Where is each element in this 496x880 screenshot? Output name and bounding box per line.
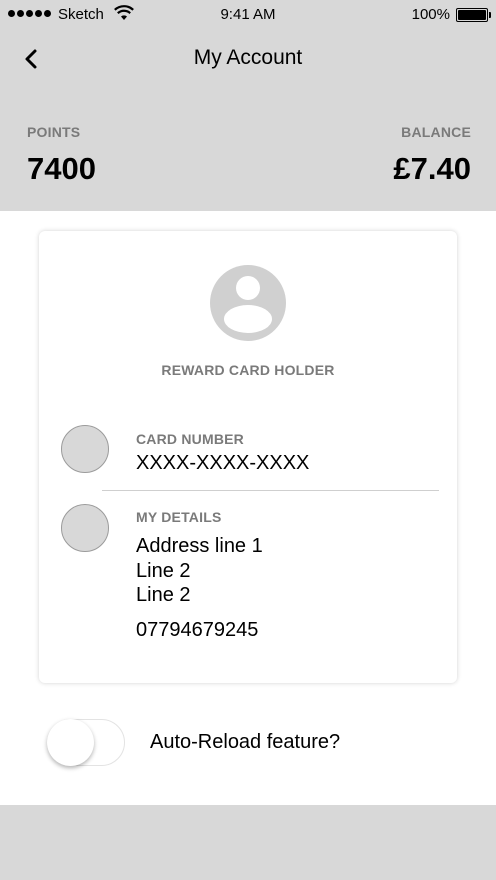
battery-icon [456,8,488,22]
card-number-value: XXXX-XXXX-XXXX [136,452,310,474]
status-bar: Sketch 9:41 AM 100% [0,0,496,30]
card-holder-label: REWARD CARD HOLDER [161,362,335,378]
points-label: POINTS [27,124,81,140]
auto-reload-label: Auto-Reload feature? [150,731,341,753]
phone-number: 07794679245 [136,619,259,641]
user-avatar-icon [210,265,286,341]
bottom-bar [0,805,496,880]
battery-cap [489,12,491,18]
auto-reload-toggle[interactable] [47,719,125,766]
page-title: My Account [193,46,303,69]
divider [102,490,439,491]
card-number-label: CARD NUMBER [136,431,244,447]
balance-value: £7.40 [393,151,471,186]
reward-card: REWARD CARD HOLDER CARD NUMBER XXXX-XXXX… [39,231,457,683]
account-header: Sketch 9:41 AM 100% My Account POINTS 74… [0,0,496,211]
card-number-icon [61,425,109,473]
toggle-knob [47,719,94,766]
address-line-1: Address line 1 [136,535,263,557]
balance-label: BALANCE [401,124,471,140]
points-value: 7400 [27,151,96,186]
my-details-label: MY DETAILS [136,509,222,525]
my-details-icon [61,504,109,552]
address-line-2: Line 2 [136,560,191,582]
address-line-3: Line 2 [136,584,191,606]
battery-percentage: 100% [411,6,450,23]
